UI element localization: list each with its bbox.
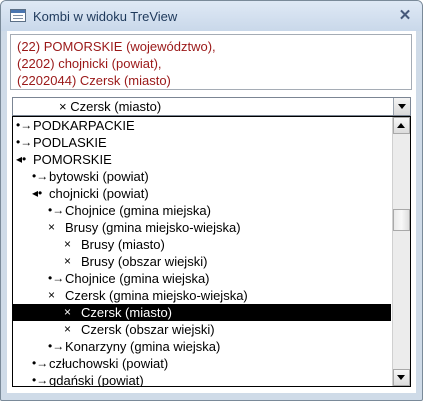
tree-row[interactable]: ◂• chojnicki (powiat)	[13, 185, 391, 202]
scroll-up-button[interactable]	[393, 117, 410, 134]
tree-row[interactable]: •→ bytowski (powiat)	[13, 168, 391, 185]
scroll-down-button[interactable]	[393, 369, 410, 386]
title-bar[interactable]: Kombi w widoku TreView ✕	[1, 1, 422, 31]
app-window: Kombi w widoku TreView ✕ (22) POMORSKIE …	[0, 0, 423, 401]
collapsed-node-icon[interactable]: •→	[16, 134, 32, 151]
expanded-node-icon[interactable]: ◂•	[16, 151, 26, 168]
tree-row-label: człuchowski (powiat)	[49, 356, 169, 371]
leaf-node-icon: ×	[48, 288, 56, 302]
collapsed-node-icon[interactable]: •→	[48, 202, 64, 219]
tree-row[interactable]: × Brusy (miasto)	[13, 236, 391, 253]
path-line-district: (2202) chojnicki (powiat),	[17, 56, 162, 71]
form-window-icon[interactable]	[10, 9, 26, 22]
tree-row[interactable]: •→ PODKARPACKIE	[13, 117, 391, 134]
treeview-combo[interactable]: × Czersk (miasto)	[12, 97, 411, 116]
tree-row-label: gdański (powiat)	[49, 373, 144, 387]
arrow-down-icon	[397, 375, 405, 380]
close-icon: ✕	[398, 7, 412, 24]
tree-row[interactable]: × Czersk (gmina miejsko-wiejska)	[13, 287, 391, 304]
combo-leaf-marker: ×	[59, 99, 67, 114]
tree-row[interactable]: •→ Chojnice (gmina wiejska)	[13, 270, 391, 287]
tree-row[interactable]: × Czersk (miasto)	[13, 304, 391, 321]
collapsed-node-icon[interactable]: •→	[32, 168, 48, 185]
form-body: (22) POMORSKIE (województwo), (2202) cho…	[7, 31, 416, 393]
tree-row[interactable]: × Czersk (obszar wiejski)	[13, 321, 391, 338]
tree-row-label: Chojnice (gmina wiejska)	[65, 271, 210, 286]
tree-row[interactable]: •→ PODLASKIE	[13, 134, 391, 151]
tree-row-label: Brusy (gmina miejsko-wiejska)	[65, 220, 241, 235]
leaf-node-icon: ×	[64, 237, 72, 251]
window-title: Kombi w widoku TreView	[33, 9, 178, 24]
tree-row[interactable]: ◂• POMORSKIE	[13, 151, 391, 168]
tree-row-label: chojnicki (powiat)	[49, 186, 149, 201]
combo-value: × Czersk (miasto)	[59, 99, 161, 114]
arrow-up-icon	[397, 123, 405, 128]
collapsed-node-icon[interactable]: •→	[32, 355, 48, 372]
collapsed-node-icon[interactable]: •→	[48, 338, 64, 355]
tree-row-label: Czersk (gmina miejsko-wiejska)	[65, 288, 248, 303]
tree-row[interactable]: × Brusy (gmina miejsko-wiejska)	[13, 219, 391, 236]
tree-row[interactable]: × Brusy (obszar wiejski)	[13, 253, 391, 270]
tree-row[interactable]: •→ człuchowski (powiat)	[13, 355, 391, 372]
tree-row-label: PODLASKIE	[33, 135, 107, 150]
path-line-locality: (2202044) Czersk (miasto)	[17, 73, 171, 88]
collapsed-node-icon[interactable]: •→	[48, 270, 64, 287]
tree-row-label: Czersk (obszar wiejski)	[81, 322, 215, 337]
collapsed-node-icon[interactable]: •→	[32, 372, 48, 386]
close-button[interactable]: ✕	[394, 6, 416, 25]
tree-row-label: Brusy (obszar wiejski)	[81, 254, 208, 269]
leaf-node-icon: ×	[64, 305, 72, 319]
leaf-node-icon: ×	[48, 220, 56, 234]
scroll-thumb[interactable]	[393, 209, 410, 231]
tree-row[interactable]: •→ Chojnice (gmina miejska)	[13, 202, 391, 219]
tree-row-label: POMORSKIE	[33, 152, 112, 167]
collapsed-node-icon[interactable]: •→	[16, 117, 32, 134]
tree-row-label: Czersk (miasto)	[81, 305, 173, 320]
selection-path-box: (22) POMORSKIE (województwo), (2202) cho…	[10, 34, 412, 90]
leaf-node-icon: ×	[64, 322, 72, 336]
tree-row[interactable]: •→ Konarzyny (gmina wiejska)	[13, 338, 391, 355]
path-line-region: (22) POMORSKIE (województwo),	[17, 39, 216, 54]
combo-value-label: Czersk (miasto)	[70, 99, 162, 114]
tree-row-label: Brusy (miasto)	[81, 237, 165, 252]
leaf-node-icon: ×	[64, 254, 72, 268]
tree-row-label: PODKARPACKIE	[33, 118, 135, 133]
tree-row-label: bytowski (powiat)	[49, 169, 149, 184]
tree-row-label: Konarzyny (gmina wiejska)	[65, 339, 221, 354]
combo-dropdown-button[interactable]	[393, 98, 410, 115]
vertical-scrollbar[interactable]	[392, 117, 410, 386]
tree-row[interactable]: •→ gdański (powiat)	[13, 372, 391, 387]
tree-list[interactable]: •→ PODKARPACKIE •→ PODLASKIE ◂• POMORSKIE •→ by…	[12, 116, 411, 387]
chevron-down-icon	[398, 104, 406, 109]
expanded-node-icon[interactable]: ◂•	[32, 185, 42, 202]
tree-row-label: Chojnice (gmina miejska)	[65, 203, 211, 218]
